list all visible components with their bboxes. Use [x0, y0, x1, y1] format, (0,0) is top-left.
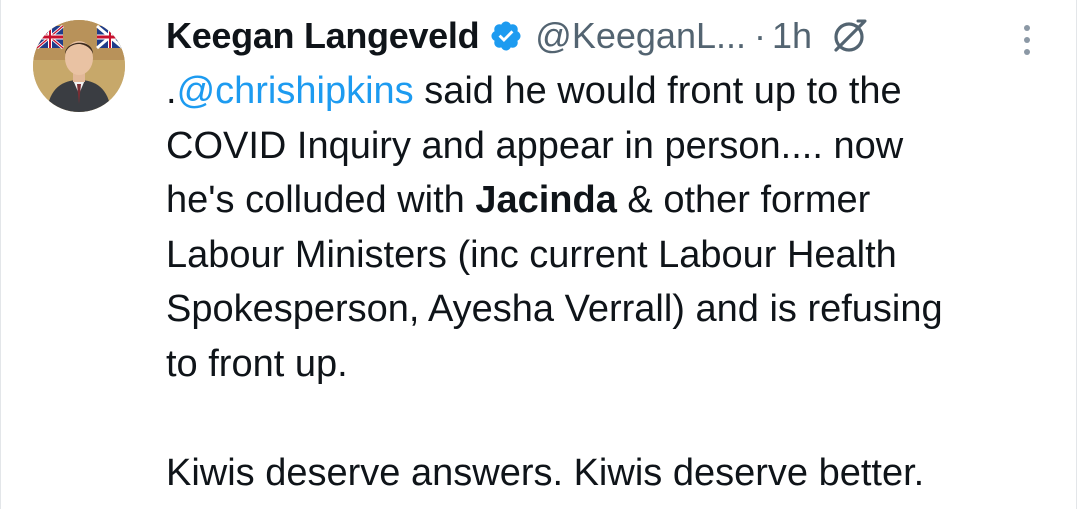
- tweet-line-4: Labour Ministers (inc current Labour Hea…: [166, 233, 897, 276]
- tweet-text-prefix: .: [166, 70, 177, 112]
- paragraph-break: [166, 391, 1056, 446]
- tweet-card[interactable]: Keegan Langeveld @KeeganL... · 1h .@chri…: [0, 0, 1077, 509]
- tweet-text-segment: & other former: [616, 179, 871, 221]
- display-name[interactable]: Keegan Langeveld: [166, 15, 480, 57]
- timestamp[interactable]: 1h: [772, 15, 812, 57]
- tweet-text-segment: he's colluded with: [166, 179, 476, 221]
- bold-name: Jacinda: [475, 179, 617, 221]
- grok-icon[interactable]: [830, 16, 870, 56]
- separator-dot: ·: [754, 15, 766, 56]
- verified-badge-icon[interactable]: [489, 19, 523, 53]
- tweet-line-3: he's colluded with Jacinda & other forme…: [166, 173, 1056, 228]
- tweet-header: Keegan Langeveld @KeeganL... · 1h: [166, 10, 870, 62]
- tweet-line-2: COVID Inquiry and appear in person.... n…: [166, 124, 904, 167]
- mention-link[interactable]: @chrishipkins: [177, 70, 414, 112]
- more-vertical-icon[interactable]: [1015, 20, 1039, 60]
- tweet-text: .@chrishipkins said he would front up to…: [166, 64, 1056, 500]
- tweet-line-6: to front up.: [166, 342, 348, 385]
- tweet-line-1: .@chrishipkins said he would front up to…: [166, 64, 1056, 119]
- tweet-line-5: Spokesperson, Ayesha Verrall) and is ref…: [166, 288, 943, 330]
- profile-avatar[interactable]: [33, 20, 125, 112]
- tweet-text-segment: said he would front up to the: [413, 70, 902, 112]
- user-handle[interactable]: @KeeganL...: [535, 15, 746, 57]
- tweet-line-7: Kiwis deserve answers. Kiwis deserve bet…: [166, 451, 925, 494]
